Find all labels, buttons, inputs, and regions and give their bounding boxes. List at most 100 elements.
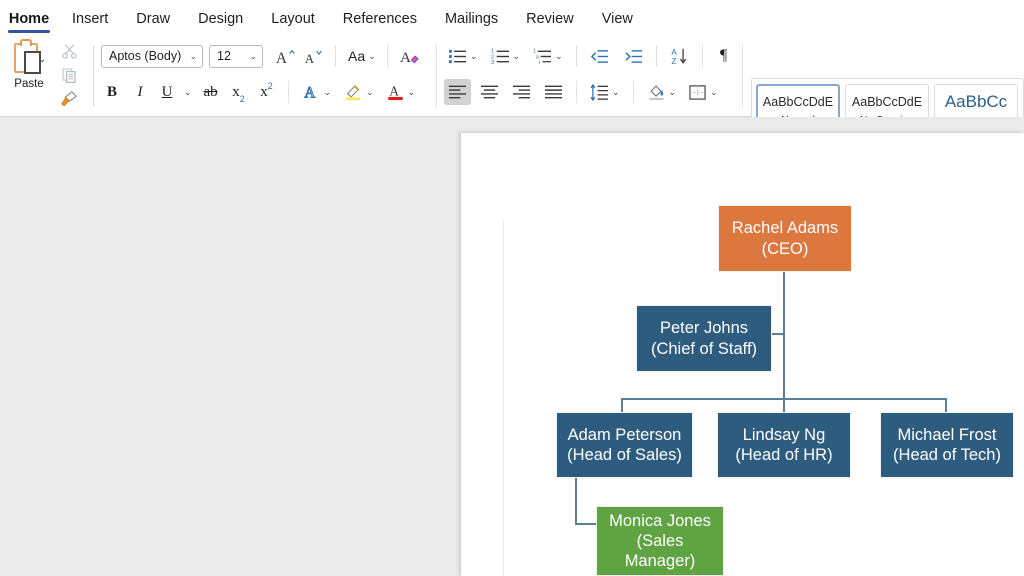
style-preview-no-spacing: AaBbCcDdE [847,95,927,109]
underline-button[interactable]: U [157,79,177,105]
font-size-value: 12 [217,49,231,63]
decrease-indent-button[interactable] [586,43,613,69]
tab-home[interactable]: Home [8,0,50,37]
svg-text:A: A [389,84,399,99]
change-case-button[interactable]: Aa ⌄ [344,43,380,69]
strikethrough-button[interactable]: ab [199,79,223,105]
text-effects-chevron-down-icon: ⌄ [324,87,332,98]
borders-chevron-down-icon: ⌄ [710,87,718,98]
connector-ceo-trunk [783,272,785,407]
underline-dropdown-button[interactable]: ⌄ [177,79,196,105]
document-canvas[interactable]: Rachel Adams (CEO) Peter Johns (Chief of… [0,117,1024,576]
decrease-indent-icon [590,48,609,65]
multilevel-list-button[interactable]: 1 a i ⌄ [529,43,567,69]
bullets-button[interactable]: ⌄ [444,43,482,69]
connector-drop-sales [621,398,623,412]
bold-button[interactable]: B [101,79,123,105]
increase-indent-button[interactable] [620,43,647,69]
borders-button[interactable]: ⌄ [684,79,722,105]
tab-review[interactable]: Review [526,0,574,37]
subscript-button[interactable]: x2 [227,79,251,105]
paragraph-group-row1: ⌄ 1 2 3 ⌄ [444,43,736,69]
align-center-button[interactable] [476,79,503,105]
align-left-button[interactable] [444,79,471,105]
org-node-chief-of-staff[interactable]: Peter Johns (Chief of Staff) [636,305,772,372]
multilevel-chevron-down-icon: ⌄ [555,51,563,62]
tab-draw[interactable]: Draw [136,0,170,37]
sort-az-icon: A Z [670,47,689,65]
tab-insert[interactable]: Insert [72,0,108,37]
strikethrough-label: ab [203,84,217,101]
tab-home-label: Home [9,11,49,27]
svg-text:A: A [304,84,315,101]
tab-review-label: Review [526,11,574,27]
cut-button[interactable] [56,40,82,62]
line-spacing-button[interactable]: ⌄ [586,79,624,105]
copy-icon [61,67,78,84]
paste-button[interactable]: Paste [6,39,52,113]
org-node-ceo-name: Rachel Adams [732,218,838,238]
org-node-head-of-sales[interactable]: Adam Peterson (Head of Sales) [556,412,693,478]
org-node-sales-manager-title-line2: Manager) [625,551,696,571]
tab-mailings[interactable]: Mailings [445,0,498,37]
tab-view[interactable]: View [602,0,633,37]
italic-label: I [138,84,143,101]
text-effects-button[interactable]: A ⌄ [298,79,336,105]
ribbon-tab-bar: Home Insert Draw Design Layout Reference… [0,0,1024,37]
line-spacing-icon [590,84,609,101]
org-node-head-of-hr[interactable]: Lindsay Ng (Head of HR) [717,412,851,478]
font-color-button[interactable]: A ⌄ [382,79,420,105]
org-node-sales-manager-name: Monica Jones [609,511,711,531]
tab-references[interactable]: References [343,0,417,37]
justify-button[interactable] [540,79,567,105]
clear-formatting-icon: A [399,47,420,66]
tab-design[interactable]: Design [198,0,243,37]
font-size-combo[interactable]: 12 ⌄ [209,45,263,68]
clipboard-mini-buttons [56,40,86,112]
font-family-combo[interactable]: Aptos (Body) ⌄ [101,45,203,68]
paste-dropdown-chevron-down-icon[interactable]: ⌄ [38,54,46,65]
org-node-head-of-tech[interactable]: Michael Frost (Head of Tech) [880,412,1014,478]
show-formatting-marks-label: ¶ [720,47,727,65]
bullets-chevron-down-icon: ⌄ [470,51,478,62]
shading-button[interactable]: ⌄ [643,79,681,105]
superscript-button[interactable]: x2 [255,79,279,105]
org-node-chief-of-staff-name: Peter Johns [660,318,748,338]
connector-drop-tech [945,398,947,412]
grow-font-button[interactable]: A [271,43,299,69]
shrink-font-button[interactable]: A [299,43,327,69]
numbering-chevron-down-icon: ⌄ [513,51,521,62]
align-left-icon [448,84,467,100]
align-right-icon [512,84,531,100]
underline-label: U [162,84,173,101]
subscript-label: x [232,84,240,101]
tab-mailings-label: Mailings [445,11,498,27]
highlight-button[interactable]: ⌄ [339,79,378,105]
org-node-head-of-sales-name: Adam Peterson [568,425,682,445]
show-formatting-marks-button[interactable]: ¶ [712,43,736,69]
tab-layout[interactable]: Layout [271,0,315,37]
justify-icon [544,84,563,100]
ribbon: Home Insert Draw Design Layout Reference… [0,0,1024,117]
margin-guide [503,220,504,576]
numbering-button[interactable]: 1 2 3 ⌄ [487,43,525,69]
align-right-button[interactable] [508,79,535,105]
scissors-icon [61,43,78,60]
org-node-ceo[interactable]: Rachel Adams (CEO) [718,205,852,272]
tab-view-label: View [602,11,633,27]
svg-text:A: A [671,48,677,57]
org-node-sales-manager[interactable]: Monica Jones (Sales Manager) [596,506,724,576]
sort-button[interactable]: A Z [666,43,693,69]
paragraph-group-row2: ⌄ ⌄ [444,79,722,105]
format-painter-button[interactable] [56,88,82,110]
copy-button[interactable] [56,64,82,86]
org-node-head-of-tech-name: Michael Frost [897,425,996,445]
document-page[interactable]: Rachel Adams (CEO) Peter Johns (Chief of… [461,133,1024,576]
bold-label: B [107,84,117,101]
italic-button[interactable]: I [129,79,151,105]
svg-text:A: A [305,51,315,65]
clear-formatting-button[interactable]: A [395,43,424,69]
svg-text:A: A [276,49,288,65]
svg-text:i: i [539,60,540,65]
bulleted-list-icon [448,48,467,65]
